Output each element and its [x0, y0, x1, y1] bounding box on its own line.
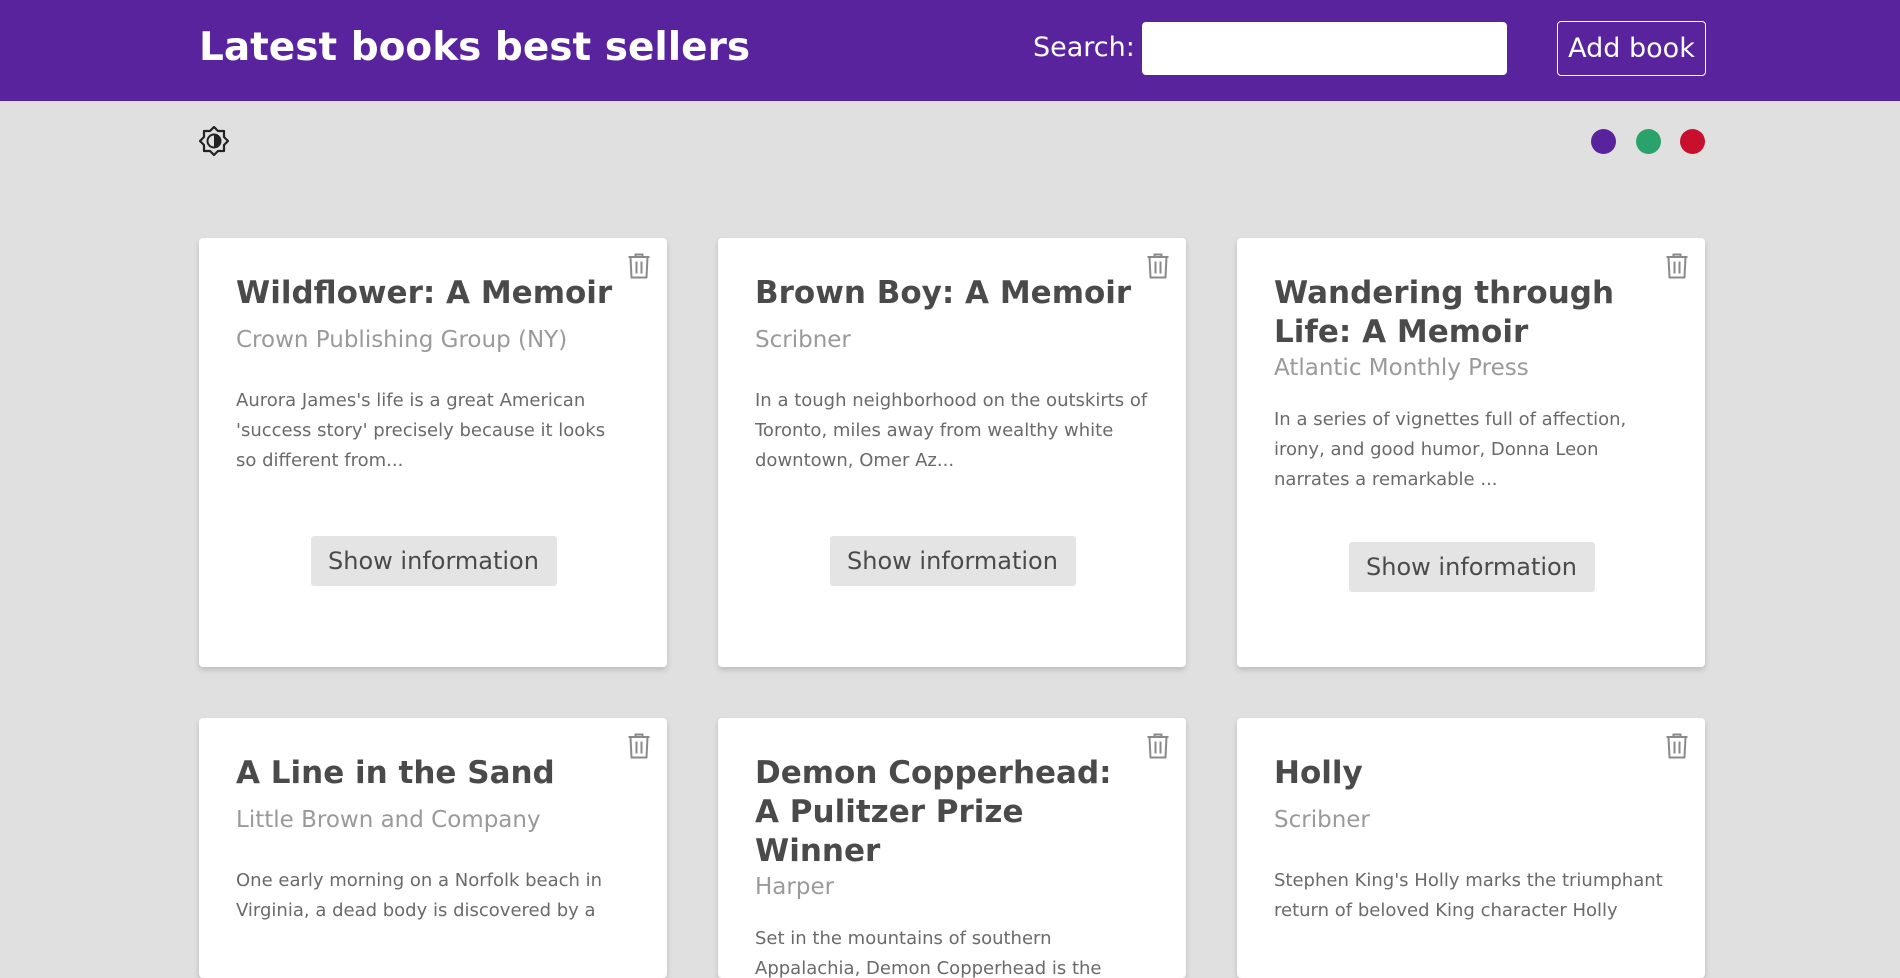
book-publisher: Crown Publishing Group (NY) — [236, 327, 568, 353]
book-title: A Line in the Sand — [236, 755, 555, 791]
book-description: Stephen King's Holly marks the triumphan… — [1274, 870, 1663, 921]
book-description: Set in the mountains of southern Appalac… — [755, 928, 1102, 978]
book-publisher: Atlantic Monthly Press — [1274, 355, 1529, 381]
book-publisher: Little Brown and Company — [236, 807, 541, 833]
book-publisher: Scribner — [1274, 807, 1370, 833]
red-theme-swatch[interactable] — [1680, 129, 1705, 154]
show-information-button[interactable]: Show information — [310, 536, 557, 586]
search-input[interactable] — [1142, 22, 1507, 75]
trash-icon[interactable] — [1146, 733, 1170, 759]
book-card: Holly Scribner Stephen King's Holly mark… — [1237, 718, 1705, 978]
book-card: Brown Boy: A Memoir Scribner In a tough … — [718, 238, 1186, 667]
book-card: A Line in the Sand Little Brown and Comp… — [199, 718, 667, 978]
green-theme-swatch[interactable] — [1636, 129, 1661, 154]
search-label: Search: — [1033, 32, 1135, 63]
book-card: Demon Copperhead: A Pulitzer Prize Winne… — [718, 718, 1186, 978]
purple-theme-swatch[interactable] — [1591, 129, 1616, 154]
trash-icon[interactable] — [627, 253, 651, 279]
page-title: Latest books best sellers — [199, 25, 751, 70]
trash-icon[interactable] — [1665, 733, 1689, 759]
show-information-button[interactable]: Show information — [829, 536, 1076, 586]
book-card: Wildflower: A Memoir Crown Publishing Gr… — [199, 238, 667, 667]
book-description: Aurora James's life is a great American … — [236, 390, 606, 471]
book-title: Wildflower: A Memoir — [236, 275, 613, 311]
book-publisher: Scribner — [755, 327, 851, 353]
show-information-button[interactable]: Show information — [1348, 542, 1595, 592]
brightness-contrast-icon[interactable] — [198, 125, 230, 157]
book-title: Demon Copperhead: A Pulitzer Prize Winne… — [755, 755, 1112, 869]
book-title: Holly — [1274, 755, 1363, 791]
trash-icon[interactable] — [1146, 253, 1170, 279]
book-description: One early morning on a Norfolk beach in … — [236, 870, 603, 921]
book-title: Brown Boy: A Memoir — [755, 275, 1132, 311]
trash-icon[interactable] — [627, 733, 651, 759]
book-description: In a tough neighborhood on the outskirts… — [755, 390, 1148, 471]
book-description: In a series of vignettes full of affecti… — [1274, 409, 1627, 490]
book-card: Wandering through Life: A Memoir Atlanti… — [1237, 238, 1705, 667]
trash-icon[interactable] — [1665, 253, 1689, 279]
book-publisher: Harper — [755, 874, 835, 900]
book-title: Wandering through Life: A Memoir — [1274, 275, 1615, 350]
add-book-button[interactable]: Add book — [1557, 21, 1706, 76]
header-bar: Latest books best sellers Search: Add bo… — [0, 0, 1900, 101]
